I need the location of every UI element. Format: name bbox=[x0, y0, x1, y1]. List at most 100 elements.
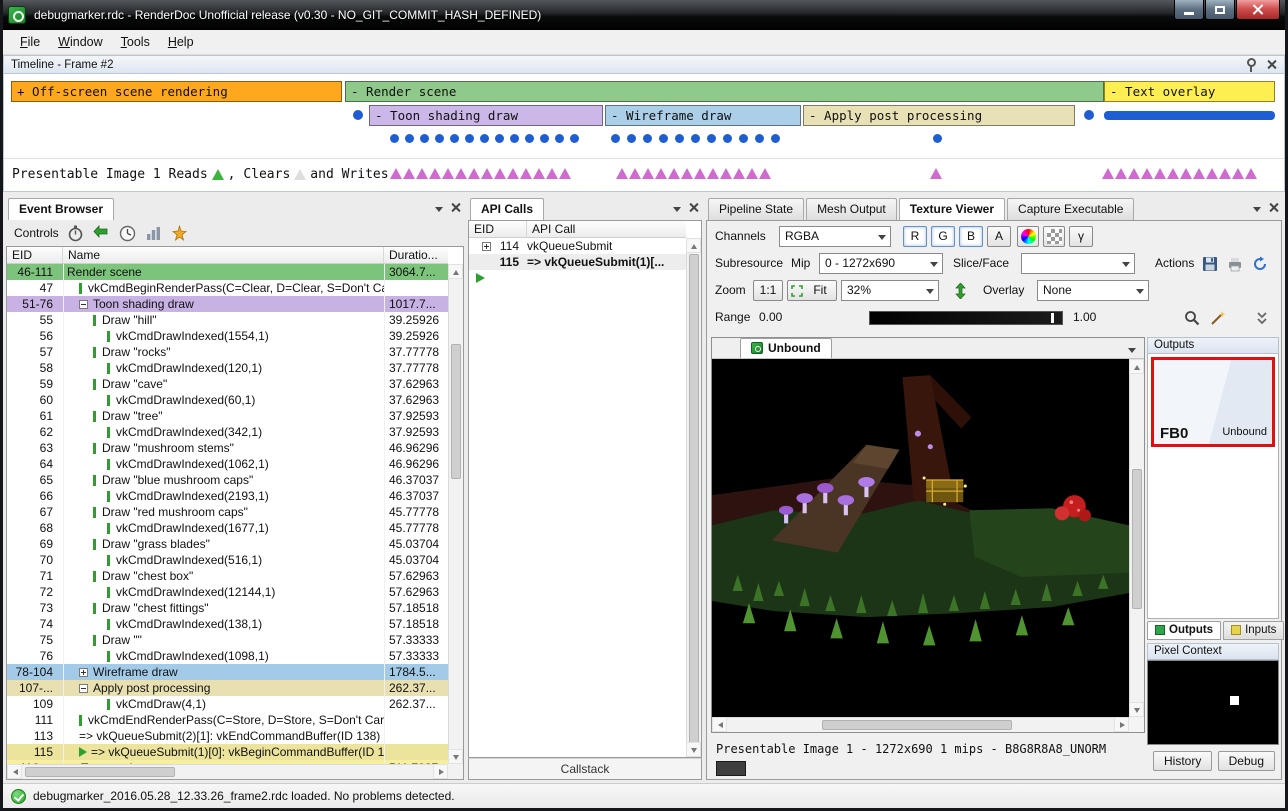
texture-display[interactable] bbox=[712, 359, 1129, 717]
event-row[interactable]: 60vkCmdDrawIndexed(60,1)37.62963 bbox=[7, 392, 448, 408]
refresh-texture-button[interactable] bbox=[1249, 253, 1271, 274]
horizontal-scrollbar[interactable] bbox=[7, 764, 448, 779]
chevron-down-icon[interactable] bbox=[435, 207, 443, 212]
event-row[interactable]: 65Draw "blue mushroom caps"46.37037 bbox=[7, 472, 448, 488]
timeline-bar-text-overlay[interactable]: - Text overlay bbox=[1104, 81, 1275, 102]
pin-icon[interactable] bbox=[1244, 58, 1257, 72]
timeline-bar-post-processing[interactable]: - Apply post processing bbox=[803, 105, 1075, 126]
column-header-api-call[interactable]: API Call bbox=[527, 221, 686, 237]
timeline-bar-wireframe[interactable]: - Wireframe draw bbox=[605, 105, 801, 126]
vertical-scrollbar[interactable] bbox=[1129, 359, 1144, 717]
timeline-dot-group-post[interactable] bbox=[933, 134, 942, 143]
event-row[interactable]: 67Draw "red mushroom caps"45.77778 bbox=[7, 504, 448, 520]
bookmark-star-icon[interactable] bbox=[170, 224, 189, 243]
vertical-scrollbar[interactable] bbox=[686, 238, 701, 757]
column-header-eid[interactable]: EID bbox=[469, 221, 527, 237]
event-row[interactable]: 78-104Wireframe draw1784.5... bbox=[7, 664, 448, 680]
minimize-button[interactable] bbox=[1174, 0, 1204, 20]
close-icon[interactable] bbox=[689, 203, 698, 212]
close-icon[interactable] bbox=[451, 203, 460, 212]
event-row[interactable]: 71Draw "chest box"57.62963 bbox=[7, 568, 448, 584]
scrollbar-thumb[interactable] bbox=[822, 720, 1012, 730]
timeline-bar-toon-shading[interactable]: - Toon shading draw bbox=[369, 105, 603, 126]
event-row[interactable]: 58vkCmdDrawIndexed(120,1)37.77778 bbox=[7, 360, 448, 376]
flip-y-button[interactable] bbox=[949, 280, 971, 301]
history-button[interactable]: History bbox=[1153, 751, 1212, 771]
write-marker-group[interactable] bbox=[1102, 168, 1257, 179]
chevron-down-icon[interactable] bbox=[1128, 348, 1136, 353]
close-button[interactable] bbox=[1236, 0, 1280, 20]
event-row[interactable]: 56vkCmdDrawIndexed(1554,1)39.25926 bbox=[7, 328, 448, 344]
range-slider-handle[interactable] bbox=[1051, 313, 1054, 323]
colormap-button[interactable] bbox=[1017, 226, 1039, 247]
api-row-current[interactable]: 115 => vkQueueSubmit(1)[... bbox=[469, 254, 686, 270]
menu-item-tools[interactable]: Tools bbox=[112, 32, 159, 52]
tab-mesh-output[interactable]: Mesh Output bbox=[806, 198, 897, 220]
event-row[interactable]: 70vkCmdDrawIndexed(516,1)45.03704 bbox=[7, 552, 448, 568]
scroll-down-button[interactable] bbox=[448, 749, 463, 764]
event-row[interactable]: 62vkCmdDrawIndexed(342,1)37.92593 bbox=[7, 424, 448, 440]
tab-capture-executable[interactable]: Capture Executable bbox=[1007, 198, 1134, 220]
close-icon[interactable] bbox=[1266, 59, 1277, 70]
event-row[interactable]: 59Draw "cave"37.62963 bbox=[7, 376, 448, 392]
checkerboard-background-button[interactable] bbox=[1043, 226, 1065, 247]
event-row[interactable]: 109vkCmdDraw(4,1)262.37... bbox=[7, 696, 448, 712]
write-marker-group[interactable] bbox=[616, 168, 771, 179]
event-row[interactable]: 63Draw "mushroom stems"46.96296 bbox=[7, 440, 448, 456]
timeline-bar-text-overlay-events[interactable] bbox=[1104, 111, 1275, 120]
scroll-down-button[interactable] bbox=[1129, 702, 1144, 717]
event-row[interactable]: 64vkCmdDrawIndexed(1062,1)46.96296 bbox=[7, 456, 448, 472]
goto-eid-icon[interactable] bbox=[92, 224, 111, 243]
green-channel-button[interactable]: G bbox=[931, 226, 955, 247]
event-row[interactable]: 51-76Toon shading draw1017.7... bbox=[7, 296, 448, 312]
scroll-left-button[interactable] bbox=[7, 764, 22, 779]
tab-inputs[interactable]: Inputs bbox=[1223, 621, 1284, 640]
close-icon[interactable] bbox=[1269, 203, 1278, 212]
slice-face-select[interactable] bbox=[1021, 253, 1135, 274]
event-row[interactable]: 113=> vkQueueSubmit(2)[1]: vkEndCommandB… bbox=[7, 728, 448, 744]
debug-button[interactable]: Debug bbox=[1218, 751, 1275, 771]
timeline-bar-offscreen[interactable]: + Off-screen scene rendering bbox=[11, 81, 342, 102]
event-row[interactable]: 61Draw "tree"37.92593 bbox=[7, 408, 448, 424]
pixel-context-view[interactable] bbox=[1147, 660, 1279, 745]
export-texture-button[interactable] bbox=[1224, 253, 1246, 274]
fb0-thumbnail[interactable]: FB0 Unbound bbox=[1151, 357, 1275, 447]
scroll-up-button[interactable] bbox=[686, 238, 701, 253]
event-row[interactable]: 69Draw "grass blades"45.03704 bbox=[7, 536, 448, 552]
scroll-right-button[interactable] bbox=[1114, 717, 1129, 732]
autofit-range-button[interactable] bbox=[1207, 307, 1229, 328]
event-row[interactable]: 107-...Apply post processing262.37... bbox=[7, 680, 448, 696]
write-marker-group[interactable] bbox=[930, 168, 942, 179]
tab-event-browser[interactable]: Event Browser bbox=[8, 198, 114, 220]
red-channel-button[interactable]: R bbox=[903, 226, 927, 247]
scrollbar-thumb[interactable] bbox=[1132, 469, 1142, 609]
chevron-down-icon[interactable] bbox=[1253, 207, 1261, 212]
texture-tab-unbound[interactable]: Unbound bbox=[740, 338, 832, 358]
zoom-select[interactable]: 32% bbox=[841, 280, 939, 301]
column-header-duration[interactable]: Duratio... bbox=[384, 247, 448, 263]
column-header-eid[interactable]: EID bbox=[7, 247, 63, 263]
stats-icon[interactable] bbox=[144, 224, 163, 243]
save-texture-button[interactable] bbox=[1199, 253, 1221, 274]
menu-item-window[interactable]: Window bbox=[49, 32, 111, 52]
event-row[interactable]: 111vkCmdEndRenderPass(C=Store, D=Store, … bbox=[7, 712, 448, 728]
timeline-dot-group-wireframe[interactable] bbox=[611, 134, 780, 143]
event-row[interactable]: 46-111Render scene3064.7... bbox=[7, 264, 448, 280]
zoom-1to1-button[interactable]: 1:1 bbox=[753, 280, 783, 301]
event-row[interactable]: 55Draw "hill"39.25926 bbox=[7, 312, 448, 328]
maximize-button[interactable] bbox=[1205, 0, 1235, 20]
event-row-current[interactable]: 115=> vkQueueSubmit(1)[0]: vkBeginComman… bbox=[7, 744, 448, 760]
expander-icon[interactable] bbox=[79, 668, 88, 677]
scroll-down-button[interactable] bbox=[686, 742, 701, 757]
event-row[interactable]: 73Draw "chest fittings"57.18518 bbox=[7, 600, 448, 616]
chevron-down-icon[interactable] bbox=[673, 207, 681, 212]
scroll-up-button[interactable] bbox=[448, 264, 463, 279]
api-row[interactable]: 114 vkQueueSubmit bbox=[469, 238, 686, 254]
event-row[interactable]: 57Draw "rocks"37.77778 bbox=[7, 344, 448, 360]
range-slider[interactable] bbox=[869, 311, 1063, 325]
expander-icon[interactable] bbox=[79, 684, 88, 693]
zoom-range-button[interactable] bbox=[1181, 307, 1203, 328]
scrollbar-thumb[interactable] bbox=[689, 254, 699, 744]
event-row[interactable]: 75Draw ""57.33333 bbox=[7, 632, 448, 648]
scroll-left-button[interactable] bbox=[712, 717, 727, 732]
